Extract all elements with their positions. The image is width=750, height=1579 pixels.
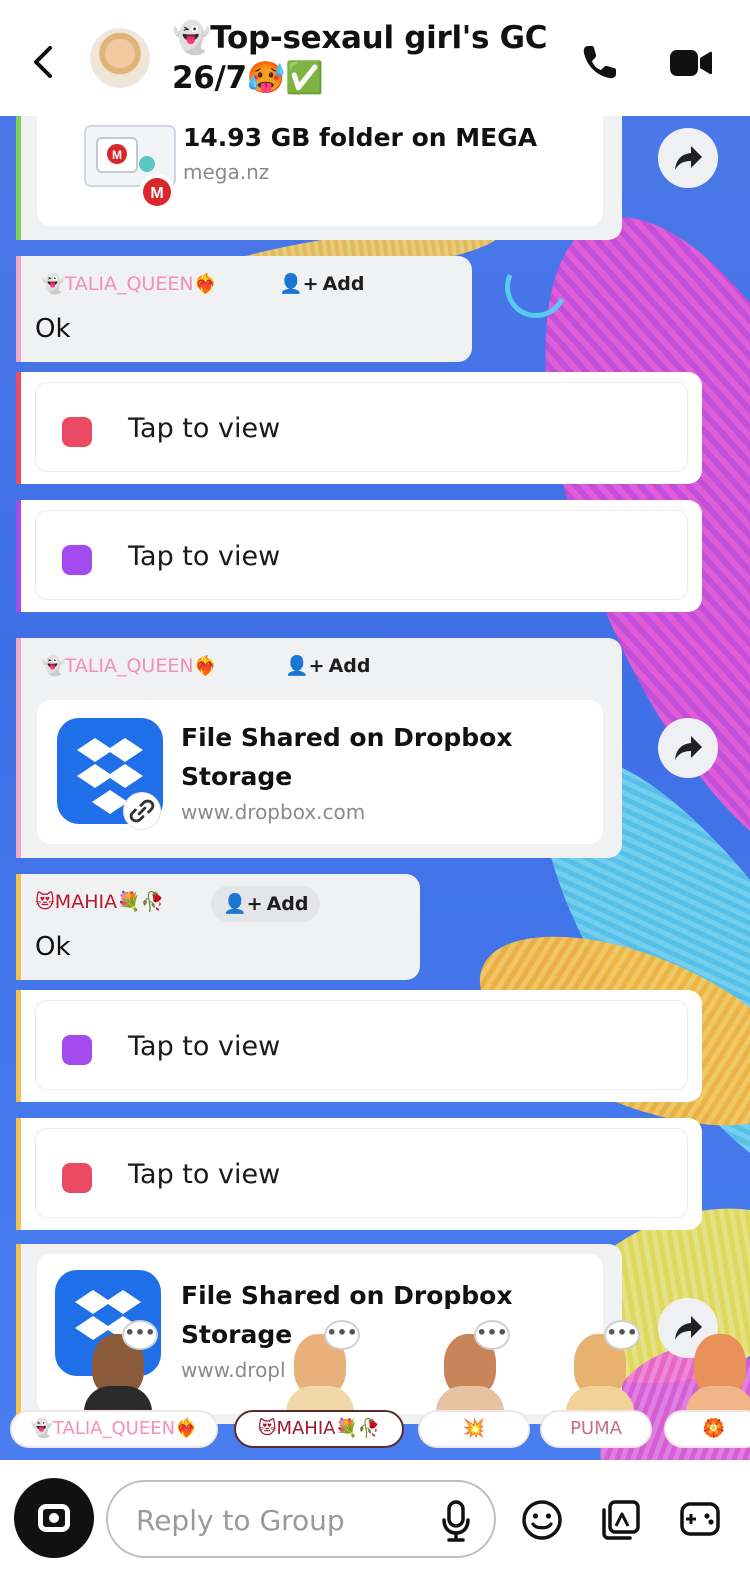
snap-purple-indicator — [62, 1035, 92, 1065]
chat-header: 👻Top-sexaul girl's GC 26/7🥵✅ — [0, 0, 750, 116]
tap-to-view-label: Tap to view — [128, 1031, 281, 1062]
snap-red-indicator — [62, 1163, 92, 1193]
typing-dots-icon: ••• — [324, 1320, 360, 1350]
add-person-icon: 👤+ — [223, 893, 263, 915]
add-person-icon: 👤+ — [285, 655, 325, 677]
tap-to-view-label: Tap to view — [128, 413, 281, 444]
snap-message[interactable]: Tap to view — [16, 1118, 702, 1230]
snap-message[interactable]: Tap to view — [16, 500, 702, 612]
sticker-icon[interactable] — [600, 1498, 644, 1542]
share-arrow-icon — [675, 146, 702, 170]
svg-text:M: M — [112, 148, 122, 162]
share-arrow-icon — [675, 736, 702, 760]
link-domain: www.dropbox.com — [181, 800, 366, 824]
link-title: File Shared on Dropbox Storage — [181, 723, 513, 791]
smiley-icon[interactable] — [520, 1498, 564, 1542]
add-friend-button[interactable]: 👤+ Add — [211, 886, 321, 922]
svg-text:M: M — [150, 185, 163, 202]
composer-bar: Reply to Group — [0, 1460, 750, 1579]
bitmoji-body — [286, 1386, 354, 1412]
typing-bitmoji: ••• — [430, 1320, 510, 1412]
snap-card: Tap to view — [35, 1128, 688, 1218]
group-avatar[interactable] — [90, 28, 150, 88]
game-controller-icon[interactable] — [678, 1498, 722, 1542]
forward-button[interactable] — [658, 718, 718, 778]
link-icon — [123, 792, 161, 830]
video-camera-icon[interactable] — [668, 46, 714, 80]
reply-input[interactable]: Reply to Group — [106, 1480, 496, 1558]
sender-name[interactable]: 😻MAHIA💐🥀 — [35, 890, 164, 914]
add-person-icon: 👤+ — [279, 273, 319, 295]
typing-bitmoji: ••• — [280, 1320, 360, 1412]
camera-lens — [38, 1504, 70, 1532]
add-friend-button[interactable]: 👤+ Add — [273, 648, 382, 684]
mega-folder-thumbnail: M M — [84, 125, 176, 210]
snap-message[interactable]: Tap to view — [16, 990, 702, 1102]
mega-link-card[interactable]: M M 14.93 GB folder on MEGA mega.nz — [37, 116, 603, 226]
sender-name[interactable]: 👻TALIA_QUEEN❤️‍🔥 — [41, 272, 217, 296]
snap-message[interactable]: Tap to view — [16, 372, 702, 484]
chevron-left-icon[interactable] — [28, 40, 60, 84]
member-pill[interactable]: 😻MAHIA💐🥀 — [234, 1410, 404, 1448]
tap-to-view-label: Tap to view — [128, 541, 281, 572]
snap-red-indicator — [62, 417, 92, 447]
sender-name[interactable]: 👻TALIA_QUEEN❤️‍🔥 — [41, 654, 217, 678]
phone-icon[interactable] — [580, 42, 620, 82]
link-domain: www.dropl — [181, 1358, 286, 1382]
bitmoji-body — [686, 1386, 750, 1412]
mega-link-message: M M 14.93 GB folder on MEGA mega.nz — [16, 116, 622, 240]
tap-to-view-label: Tap to view — [128, 1159, 281, 1190]
member-pill[interactable]: 👻TALIA_QUEEN❤️‍🔥 — [10, 1410, 218, 1448]
bitmoji-body — [84, 1386, 152, 1412]
member-pill[interactable]: 💥 — [418, 1410, 530, 1448]
microphone-icon[interactable] — [438, 1498, 474, 1544]
chat-message: 😻MAHIA💐🥀 👤+ Add Ok — [16, 874, 420, 980]
link-domain: mega.nz — [183, 160, 270, 184]
bitmoji-body — [566, 1386, 634, 1412]
message-text: Ok — [35, 314, 71, 344]
message-text: Ok — [35, 932, 71, 962]
snap-purple-indicator — [62, 545, 92, 575]
chat-message: 👻TALIA_QUEEN❤️‍🔥 👤+ Add Ok — [16, 256, 472, 362]
camera-icon[interactable] — [14, 1478, 94, 1558]
chat-message: 👻TALIA_QUEEN❤️‍🔥 👤+Add File Shar — [16, 638, 622, 858]
typing-dots-icon: ••• — [122, 1320, 158, 1350]
chat-title[interactable]: 👻Top-sexaul girl's GC 26/7🥵✅ — [172, 18, 552, 98]
member-pill[interactable]: PUMA — [540, 1410, 652, 1448]
snap-card: Tap to view — [35, 382, 688, 472]
forward-button[interactable] — [658, 128, 718, 188]
typing-dots-icon: ••• — [604, 1320, 640, 1350]
dropbox-link-card[interactable]: File Shared on Dropbox Storage www.dropb… — [37, 700, 603, 844]
active-members-row: 👻TALIA_QUEEN❤️‍🔥 😻MAHIA💐🥀 💥 PUMA 🏵️ — [0, 1410, 750, 1452]
bitmoji-body — [436, 1386, 504, 1412]
reply-placeholder: Reply to Group — [136, 1504, 345, 1537]
link-title: 14.93 GB folder on MEGA — [183, 123, 538, 152]
typing-bitmoji: ••• — [560, 1320, 640, 1412]
typing-bitmoji — [680, 1320, 750, 1412]
snap-card: Tap to view — [35, 1000, 688, 1090]
snap-card: Tap to view — [35, 510, 688, 600]
member-pill[interactable]: 🏵️ — [664, 1410, 750, 1448]
add-friend-button[interactable]: 👤+ Add — [267, 266, 376, 302]
typing-dots-icon: ••• — [474, 1320, 510, 1350]
typing-bitmoji: ••• — [78, 1320, 158, 1412]
